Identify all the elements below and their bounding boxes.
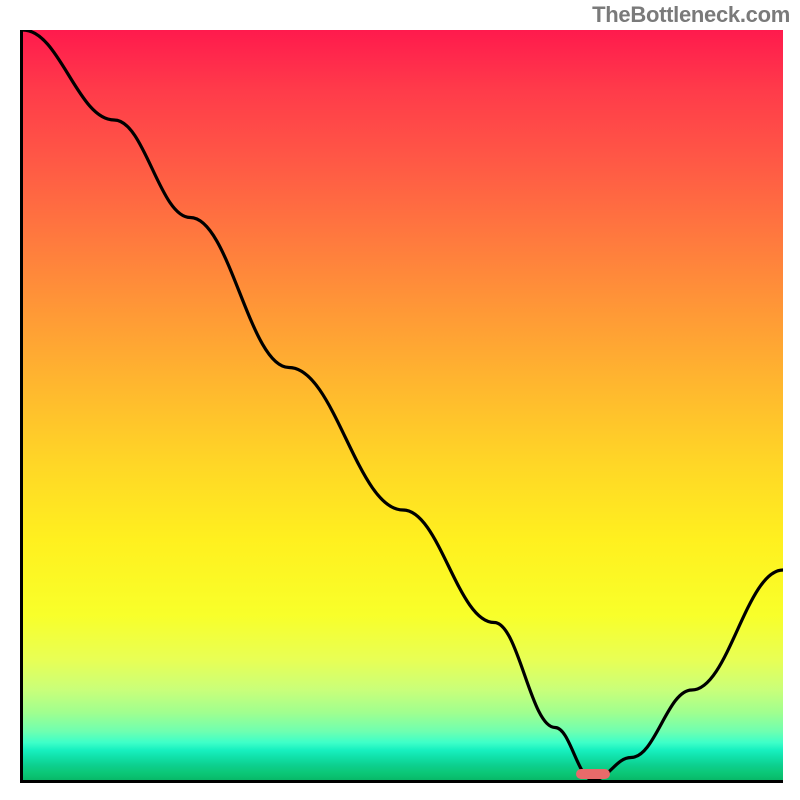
watermark-text: TheBottleneck.com (592, 2, 790, 28)
chart-container: TheBottleneck.com (0, 0, 800, 800)
plot-area (20, 30, 783, 783)
bottleneck-curve (23, 30, 783, 780)
optimal-point-marker (576, 769, 610, 779)
